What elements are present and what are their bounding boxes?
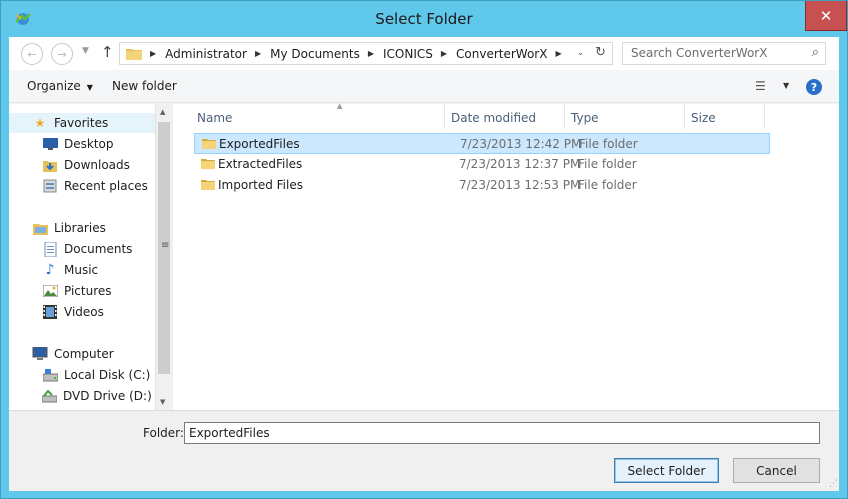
command-toolbar: Organize ▼ New folder ☰ ▼ ?	[9, 70, 839, 103]
folder-icon	[201, 180, 215, 190]
help-icon[interactable]: ?	[806, 79, 822, 95]
breadcrumb-separator-icon[interactable]: ▶	[441, 49, 447, 58]
file-type: File folder	[578, 178, 637, 192]
music-icon: ♪	[45, 262, 55, 278]
nav-desktop[interactable]: Desktop	[9, 134, 155, 154]
column-label: Name	[197, 111, 233, 125]
nav-libraries[interactable]: Libraries	[9, 218, 155, 238]
navigation-scrollbar[interactable]: ▲ ≡ ▼	[155, 104, 172, 410]
title-bar[interactable]: Select Folder ✕	[1, 1, 847, 37]
column-header-name[interactable]: ▲ Name	[191, 102, 445, 129]
breadcrumb-separator-icon[interactable]: ▶	[368, 49, 374, 58]
scroll-up-icon[interactable]: ▲	[160, 108, 165, 116]
nav-downloads[interactable]: Downloads	[9, 155, 155, 175]
breadcrumb-separator-icon[interactable]: ▶	[555, 49, 561, 58]
nav-local-disk[interactable]: Local Disk (C:)	[9, 365, 155, 385]
file-type: File folder	[578, 157, 637, 171]
pictures-icon	[42, 283, 58, 299]
folder-name-input[interactable]	[184, 422, 820, 444]
scrollbar-thumb[interactable]: ≡	[158, 122, 170, 374]
file-date: 7/23/2013 12:53 PM	[459, 178, 581, 192]
organize-label: Organize	[27, 79, 81, 93]
file-type: File folder	[579, 137, 638, 151]
breadcrumb-separator-icon[interactable]: ▶	[255, 49, 261, 58]
file-date: 7/23/2013 12:37 PM	[459, 157, 581, 171]
organize-button[interactable]: Organize ▼	[27, 79, 93, 93]
chevron-down-icon: ▼	[86, 83, 93, 92]
close-icon: ✕	[819, 6, 833, 25]
nav-music[interactable]: ♪ Music	[9, 260, 155, 280]
file-row-exportedfiles[interactable]: ExportedFiles 7/23/2013 12:42 PM File fo…	[194, 133, 770, 154]
nav-pictures[interactable]: Pictures	[9, 281, 155, 301]
file-row-imported-files[interactable]: Imported Files 7/23/2013 12:53 PM File f…	[194, 175, 770, 196]
address-dropdown-icon[interactable]: ⌄	[577, 48, 584, 57]
nav-documents[interactable]: Documents	[9, 239, 155, 259]
forward-button[interactable]: →	[51, 43, 73, 65]
search-placeholder: Search ConverterWorX	[631, 46, 768, 60]
dvd-icon	[42, 388, 57, 404]
search-icon[interactable]: ⌕	[812, 45, 819, 60]
close-button[interactable]: ✕	[805, 1, 847, 31]
grip-icon: ≡	[161, 240, 170, 251]
cancel-button[interactable]: Cancel	[733, 458, 820, 483]
column-header-date[interactable]: Date modified	[445, 104, 565, 129]
forward-arrow-icon: →	[57, 47, 67, 61]
folder-icon	[201, 159, 215, 169]
new-folder-button[interactable]: New folder	[112, 79, 177, 93]
column-header-size[interactable]: Size	[685, 104, 765, 129]
downloads-icon	[42, 157, 58, 173]
file-name: Imported Files	[218, 178, 303, 192]
folder-label: Folder:	[143, 426, 184, 440]
nav-favorites[interactable]: ★ Favorites	[9, 113, 155, 133]
scroll-down-icon[interactable]: ▼	[160, 398, 165, 406]
navigation-pane: ★ Favorites Desktop Downloads Recent pla…	[9, 104, 155, 410]
file-row-extractedfiles[interactable]: ExtractedFiles 7/23/2013 12:37 PM File f…	[194, 154, 770, 175]
videos-icon	[42, 304, 58, 320]
resize-grip-icon[interactable]: ⋰	[829, 479, 838, 489]
breadcrumb-separator-icon[interactable]: ▶	[150, 49, 156, 58]
sort-ascending-icon: ▲	[337, 102, 343, 110]
nav-dvd-drive[interactable]: DVD Drive (D:) HI	[9, 386, 155, 406]
desktop-icon	[42, 136, 58, 152]
dialog-footer: Folder: Select Folder Cancel ⋰	[9, 410, 839, 491]
file-name: ExtractedFiles	[218, 157, 303, 171]
column-header-type[interactable]: Type	[565, 104, 685, 129]
breadcrumb-item[interactable]: My Documents	[270, 47, 360, 61]
star-icon: ★	[34, 116, 46, 130]
folder-icon	[126, 49, 142, 60]
view-options-icon[interactable]: ☰	[755, 79, 766, 93]
nav-videos[interactable]: Videos	[9, 302, 155, 322]
computer-icon	[32, 346, 48, 362]
select-folder-button[interactable]: Select Folder	[614, 458, 719, 483]
refresh-icon[interactable]: ↻	[595, 45, 606, 60]
breadcrumb-item[interactable]: ConverterWorX	[456, 47, 547, 61]
file-list: ▲ Name Date modified Type Size ExportedF…	[173, 102, 839, 410]
breadcrumb-item[interactable]: ICONICS	[383, 47, 433, 61]
file-date: 7/23/2013 12:42 PM	[460, 137, 582, 151]
nav-recent-places[interactable]: Recent places	[9, 176, 155, 196]
up-arrow-icon[interactable]: ↑	[101, 43, 114, 61]
file-name: ExportedFiles	[219, 137, 300, 151]
documents-icon	[42, 241, 58, 257]
disk-icon	[42, 367, 58, 383]
address-row: ← → ▼ ↑ ▶ Administrator ▶ My Documents ▶…	[9, 37, 839, 70]
dialog-client: ← → ▼ ↑ ▶ Administrator ▶ My Documents ▶…	[9, 37, 839, 491]
window-title: Select Folder	[375, 10, 473, 28]
recent-places-icon	[42, 178, 58, 194]
back-arrow-icon: ←	[27, 47, 37, 61]
library-icon	[32, 220, 48, 236]
address-bar[interactable]: ▶ Administrator ▶ My Documents ▶ ICONICS…	[119, 42, 613, 65]
nav-computer[interactable]: Computer	[9, 344, 155, 364]
breadcrumb-item[interactable]: Administrator	[165, 47, 247, 61]
chevron-down-icon[interactable]: ▼	[783, 81, 789, 90]
select-folder-dialog: Select Folder ✕ ← → ▼ ↑ ▶ Administrator …	[0, 0, 848, 499]
folder-icon	[202, 139, 216, 149]
recent-locations-dropdown-icon[interactable]: ▼	[82, 46, 89, 56]
back-button[interactable]: ←	[21, 43, 43, 65]
search-input[interactable]: Search ConverterWorX ⌕	[622, 42, 826, 65]
